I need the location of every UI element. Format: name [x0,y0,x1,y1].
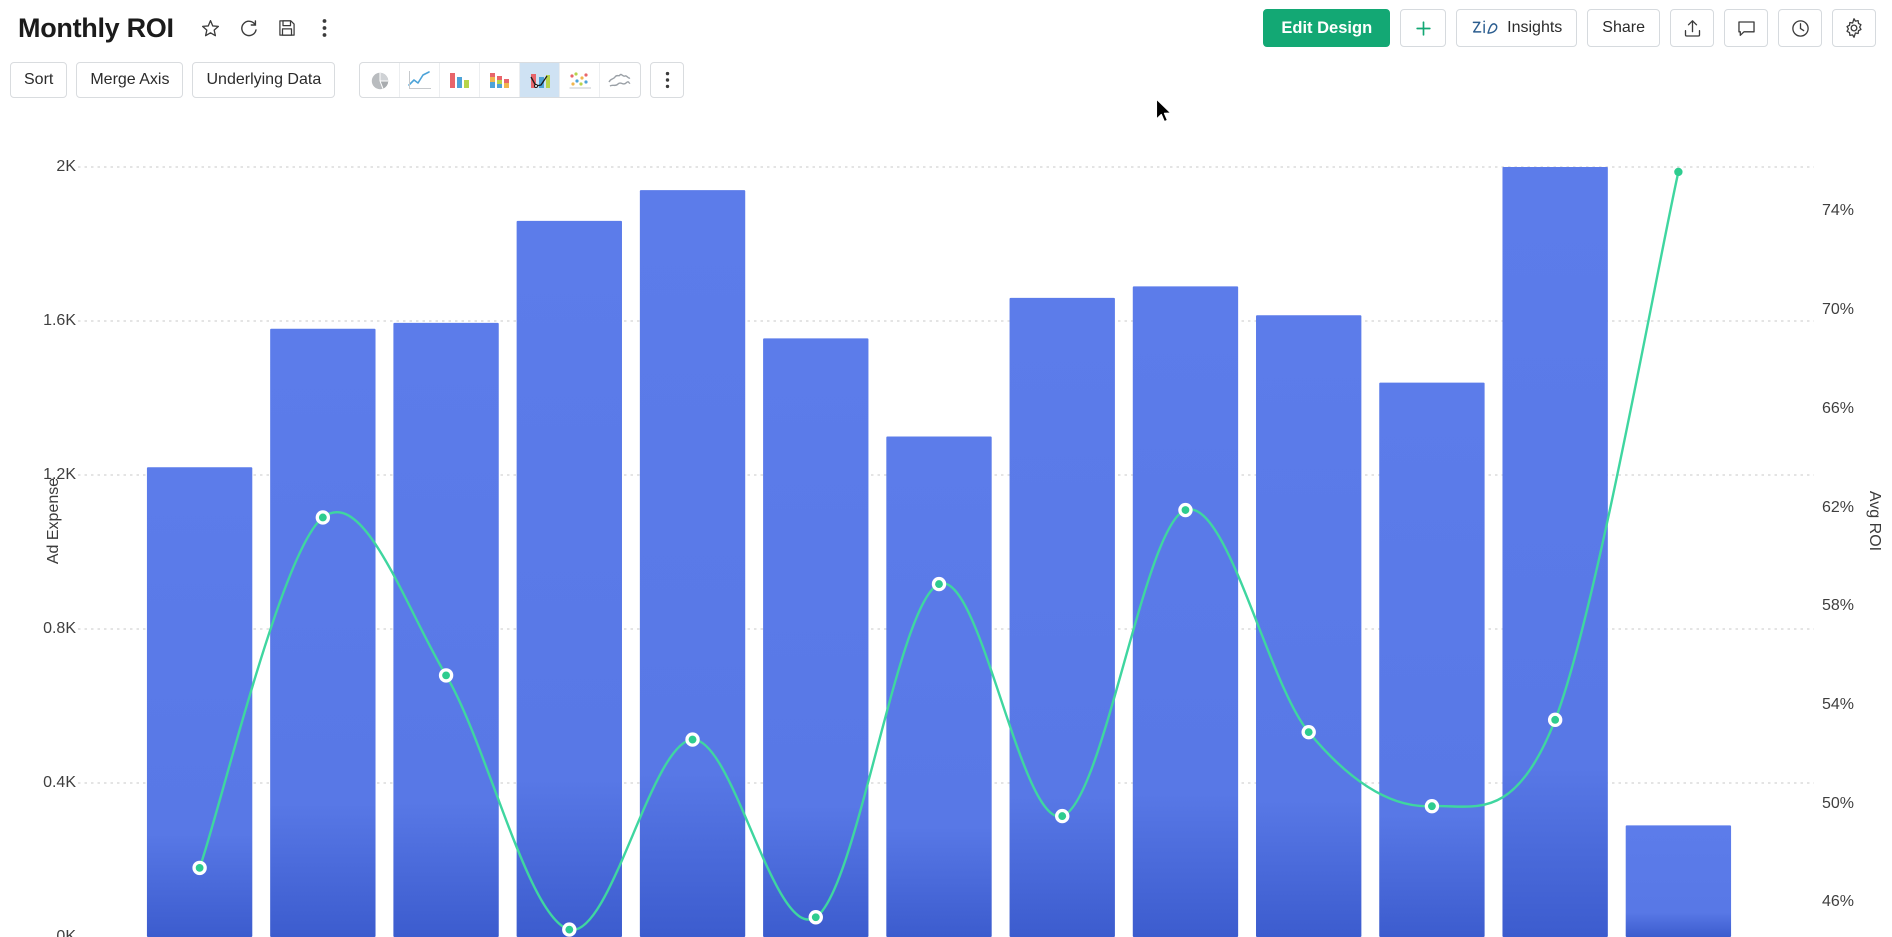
pie-chart-icon[interactable] [360,63,400,97]
insights-label: Insights [1507,19,1562,37]
share-button[interactable]: Share [1587,9,1660,47]
line-marker[interactable] [1548,713,1562,727]
zia-insights-icon [1471,18,1500,38]
favorite-star-icon[interactable] [200,17,222,39]
chart-type-group [359,62,641,98]
bar-series[interactable] [147,167,1731,937]
title-icon-group [200,17,336,39]
bar[interactable] [1379,383,1484,937]
header-actions: Edit Design Insights Share [1263,9,1876,47]
line-marker[interactable] [562,922,576,936]
edit-design-button[interactable]: Edit Design [1263,9,1390,47]
comment-icon[interactable] [1724,9,1768,47]
bar[interactable] [640,190,745,937]
line-marker[interactable] [1055,809,1069,823]
line-marker[interactable] [1178,503,1192,517]
chart-toolbar: Sort Merge Axis Underlying Data [0,56,1892,104]
more-options-icon[interactable] [314,17,336,39]
map-chart-icon[interactable] [600,63,640,97]
stacked-bar-chart-icon[interactable] [480,63,520,97]
bar[interactable] [886,437,991,937]
bar[interactable] [1502,167,1607,937]
line-marker[interactable] [192,861,206,875]
line-marker[interactable] [932,577,946,591]
page-title: Monthly ROI [18,13,174,44]
underlying-data-button[interactable]: Underlying Data [192,62,335,98]
bar[interactable] [393,323,498,937]
line-marker[interactable] [685,732,699,746]
save-icon[interactable] [276,17,298,39]
bar[interactable] [1010,298,1115,937]
history-icon[interactable] [1778,9,1822,47]
line-marker[interactable] [809,910,823,924]
bar[interactable] [1133,286,1238,937]
line-marker[interactable] [316,510,330,524]
app-header: Monthly ROI Edit Design [0,0,1892,56]
combo-chart-icon[interactable] [520,63,560,97]
line-marker[interactable] [1674,168,1682,176]
bar-chart-icon[interactable] [440,63,480,97]
bar[interactable] [1256,315,1361,937]
add-button[interactable] [1400,9,1446,47]
merge-axis-button[interactable]: Merge Axis [76,62,183,98]
refresh-icon[interactable] [238,17,260,39]
line-marker[interactable] [439,668,453,682]
more-chart-types-icon[interactable] [650,62,684,98]
bar[interactable] [517,221,622,937]
settings-gear-icon[interactable] [1832,9,1876,47]
export-icon[interactable] [1670,9,1714,47]
chart-area: Ad Expense Avg ROI 0K0.4K0.8K1.2K1.6K2K4… [0,104,1892,937]
bar[interactable] [270,329,375,937]
line-marker[interactable] [1425,799,1439,813]
chart-plot[interactable] [0,104,1892,937]
insights-button[interactable]: Insights [1456,9,1577,47]
bar[interactable] [1626,825,1731,937]
line-marker[interactable] [1301,725,1315,739]
scatter-chart-icon[interactable] [560,63,600,97]
sort-button[interactable]: Sort [10,62,67,98]
line-chart-icon[interactable] [400,63,440,97]
bar[interactable] [763,338,868,937]
